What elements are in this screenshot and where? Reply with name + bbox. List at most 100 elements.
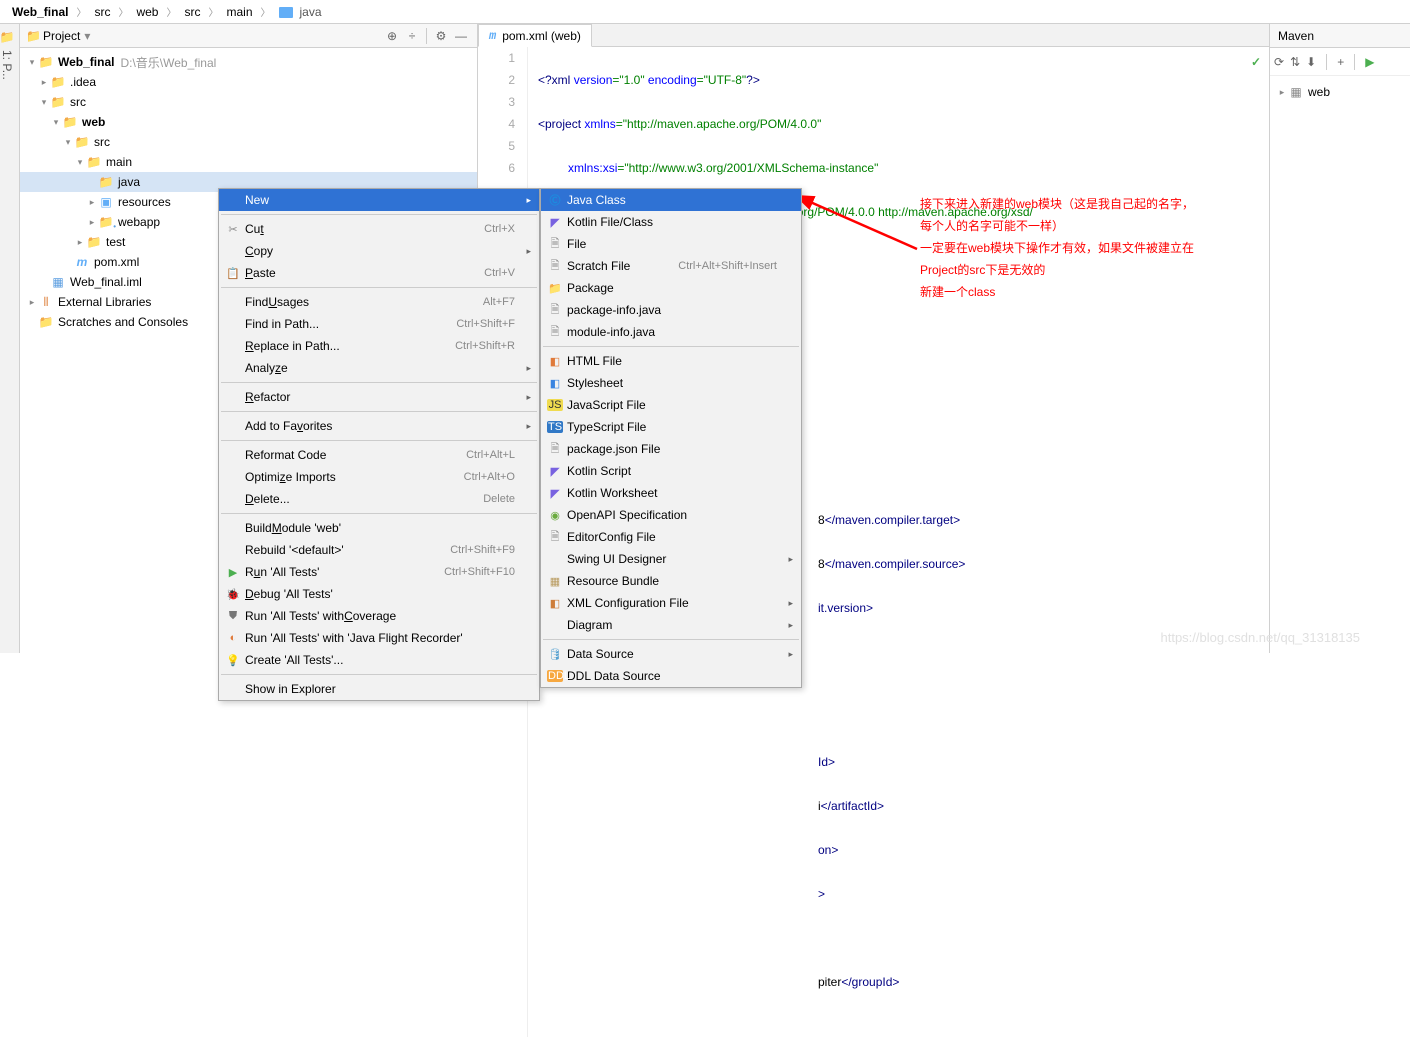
ctx-coverage[interactable]: ⛊Run 'All Tests' with Coverage bbox=[219, 605, 539, 627]
ctx-run[interactable]: ▶Run 'All Tests'Ctrl+Shift+F10 bbox=[219, 561, 539, 583]
sub-kwork[interactable]: ◤Kotlin Worksheet bbox=[541, 482, 801, 504]
sub-modinfo[interactable]: 🗎module-info.java bbox=[541, 321, 801, 343]
ctx-create-tests[interactable]: 💡Create 'All Tests'... bbox=[219, 649, 539, 671]
locate-icon[interactable]: ⊕ bbox=[382, 29, 402, 43]
collapse-icon[interactable]: ÷ bbox=[402, 29, 422, 43]
maven-header: Maven bbox=[1270, 24, 1410, 48]
sub-openapi[interactable]: ◉OpenAPI Specification bbox=[541, 504, 801, 526]
tree-main[interactable]: ▾📁main bbox=[20, 152, 477, 172]
coverage-icon: ⛊ bbox=[225, 610, 241, 623]
ctx-refactor[interactable]: Refactor▸ bbox=[219, 386, 539, 408]
java-file-icon: 🗎 bbox=[547, 301, 563, 320]
hide-icon[interactable]: — bbox=[451, 29, 471, 43]
tree-src2[interactable]: ▾📁src bbox=[20, 132, 477, 152]
ctx-paste[interactable]: 📋PasteCtrl+V bbox=[219, 262, 539, 284]
debug-icon: 🐞 bbox=[225, 588, 241, 601]
sub-scratch[interactable]: 🗎Scratch FileCtrl+Alt+Shift+Insert bbox=[541, 255, 801, 277]
generate-icon[interactable]: ⇅ bbox=[1290, 55, 1300, 69]
crumb-3[interactable]: src bbox=[180, 5, 204, 19]
css-icon: ◧ bbox=[547, 377, 563, 390]
new-submenu: ⒸJava Class ◤Kotlin File/Class 🗎File 🗎Sc… bbox=[540, 188, 802, 688]
maven-panel: Maven ⟳ ⇅ ⬇ + ▶ ▸▦web bbox=[1270, 24, 1410, 653]
lightbulb-icon: 💡 bbox=[225, 654, 241, 667]
sub-file[interactable]: 🗎File bbox=[541, 233, 801, 255]
ctx-copy[interactable]: Copy▸ bbox=[219, 240, 539, 262]
crumb-2[interactable]: web bbox=[132, 5, 162, 19]
sub-css[interactable]: ◧Stylesheet bbox=[541, 372, 801, 394]
sub-swing[interactable]: Swing UI Designer▸ bbox=[541, 548, 801, 570]
tab-pom[interactable]: mpom.xml (web) bbox=[478, 24, 592, 47]
java-file-icon: 🗎 bbox=[547, 323, 563, 342]
crumb-5[interactable]: java bbox=[275, 5, 330, 19]
ctx-jfr[interactable]: ◐Run 'All Tests' with 'Java Flight Recor… bbox=[219, 627, 539, 649]
run-icon[interactable]: ▶ bbox=[1365, 55, 1374, 69]
download-icon[interactable]: ⬇ bbox=[1306, 55, 1316, 69]
crumb-4[interactable]: main bbox=[222, 5, 256, 19]
project-panel-header: Project▾ ⊕ ÷ ⚙ — bbox=[20, 24, 477, 48]
sub-datasource[interactable]: 🛢Data Source▸ bbox=[541, 643, 801, 665]
ts-icon: TS bbox=[547, 421, 563, 433]
ctx-analyze[interactable]: Analyze▸ bbox=[219, 357, 539, 379]
ctx-build-module[interactable]: Build Module 'web' bbox=[219, 517, 539, 539]
sub-pjson[interactable]: 🗎package.json File bbox=[541, 438, 801, 460]
ctx-rebuild[interactable]: Rebuild '<default>'Ctrl+Shift+F9 bbox=[219, 539, 539, 561]
ctx-find-path[interactable]: Find in Path...Ctrl+Shift+F bbox=[219, 313, 539, 335]
maven-toolbar: ⟳ ⇅ ⬇ + ▶ bbox=[1270, 48, 1410, 76]
ctx-delete[interactable]: Delete...Delete bbox=[219, 488, 539, 510]
sub-ddl[interactable]: DDLDDL Data Source bbox=[541, 665, 801, 687]
project-selector[interactable]: Project▾ bbox=[26, 29, 382, 43]
annotation-text: 接下来进入新建的web模块（这是我自己起的名字， 每个人的名字可能不一样） 一定… bbox=[920, 193, 1194, 303]
sub-kotlin[interactable]: ◤Kotlin File/Class bbox=[541, 211, 801, 233]
gear-icon[interactable]: ⚙ bbox=[431, 29, 451, 43]
breadcrumb: Web_final〉 src〉 web〉 src〉 main〉 java bbox=[0, 0, 1410, 24]
html-icon: ◧ bbox=[547, 355, 563, 368]
ctx-new[interactable]: New▸ bbox=[219, 189, 539, 211]
bundle-icon: ▦ bbox=[547, 575, 563, 588]
paste-icon: 📋 bbox=[225, 267, 241, 280]
crumb-1[interactable]: src bbox=[90, 5, 114, 19]
editorconfig-icon: 🗎 bbox=[547, 528, 563, 547]
tree-idea[interactable]: ▸📁.idea bbox=[20, 72, 477, 92]
sub-package[interactable]: 📁Package bbox=[541, 277, 801, 299]
kotlin-icon: ◤ bbox=[547, 465, 563, 478]
openapi-icon: ◉ bbox=[547, 509, 563, 522]
ctx-debug[interactable]: 🐞Debug 'All Tests' bbox=[219, 583, 539, 605]
left-gutter[interactable]: 1: P... bbox=[0, 24, 20, 653]
scratch-icon: 🗎 bbox=[547, 257, 563, 276]
ctx-optimize[interactable]: Optimize ImportsCtrl+Alt+O bbox=[219, 466, 539, 488]
xml-icon: ◧ bbox=[547, 597, 563, 610]
sub-pkginfo[interactable]: 🗎package-info.java bbox=[541, 299, 801, 321]
maven-tree: ▸▦web bbox=[1270, 76, 1410, 108]
sub-diagram[interactable]: Diagram▸ bbox=[541, 614, 801, 636]
ctx-find-usages[interactable]: Find UsagesAlt+F7 bbox=[219, 291, 539, 313]
tree-root[interactable]: ▾📁Web_finalD:\音乐\Web_final bbox=[20, 52, 477, 72]
ctx-cut[interactable]: ✂CutCtrl+X bbox=[219, 218, 539, 240]
sub-js[interactable]: JSJavaScript File bbox=[541, 394, 801, 416]
tree-web[interactable]: ▾📁web bbox=[20, 112, 477, 132]
jfr-icon: ◐ bbox=[225, 632, 241, 644]
sub-html[interactable]: ◧HTML File bbox=[541, 350, 801, 372]
class-icon: Ⓒ bbox=[547, 192, 563, 208]
kotlin-icon: ◤ bbox=[547, 487, 563, 500]
sub-xmlcfg[interactable]: ◧XML Configuration File▸ bbox=[541, 592, 801, 614]
sub-ts[interactable]: TSTypeScript File bbox=[541, 416, 801, 438]
sub-kscript[interactable]: ◤Kotlin Script bbox=[541, 460, 801, 482]
ctx-replace-path[interactable]: Replace in Path...Ctrl+Shift+R bbox=[219, 335, 539, 357]
database-icon: 🛢 bbox=[547, 648, 563, 661]
crumb-root[interactable]: Web_final bbox=[8, 5, 72, 19]
sub-editcfg[interactable]: 🗎EditorConfig File bbox=[541, 526, 801, 548]
maven-web[interactable]: ▸▦web bbox=[1276, 82, 1404, 102]
ctx-favorites[interactable]: Add to Favorites▸ bbox=[219, 415, 539, 437]
sub-java-class[interactable]: ⒸJava Class bbox=[541, 189, 801, 211]
sub-rbundle[interactable]: ▦Resource Bundle bbox=[541, 570, 801, 592]
js-icon: JS bbox=[547, 399, 563, 411]
tree-src1[interactable]: ▾📁src bbox=[20, 92, 477, 112]
ctx-explorer[interactable]: Show in Explorer bbox=[219, 678, 539, 700]
watermark: https://blog.csdn.net/qq_31318135 bbox=[1161, 630, 1361, 645]
ctx-reformat[interactable]: Reformat CodeCtrl+Alt+L bbox=[219, 444, 539, 466]
context-menu: New▸ ✂CutCtrl+X Copy▸ 📋PasteCtrl+V Find … bbox=[218, 188, 540, 701]
scissors-icon: ✂ bbox=[225, 223, 241, 236]
reimport-icon[interactable]: ⟳ bbox=[1274, 55, 1284, 69]
file-icon: 🗎 bbox=[547, 235, 563, 254]
add-icon[interactable]: + bbox=[1337, 55, 1344, 69]
